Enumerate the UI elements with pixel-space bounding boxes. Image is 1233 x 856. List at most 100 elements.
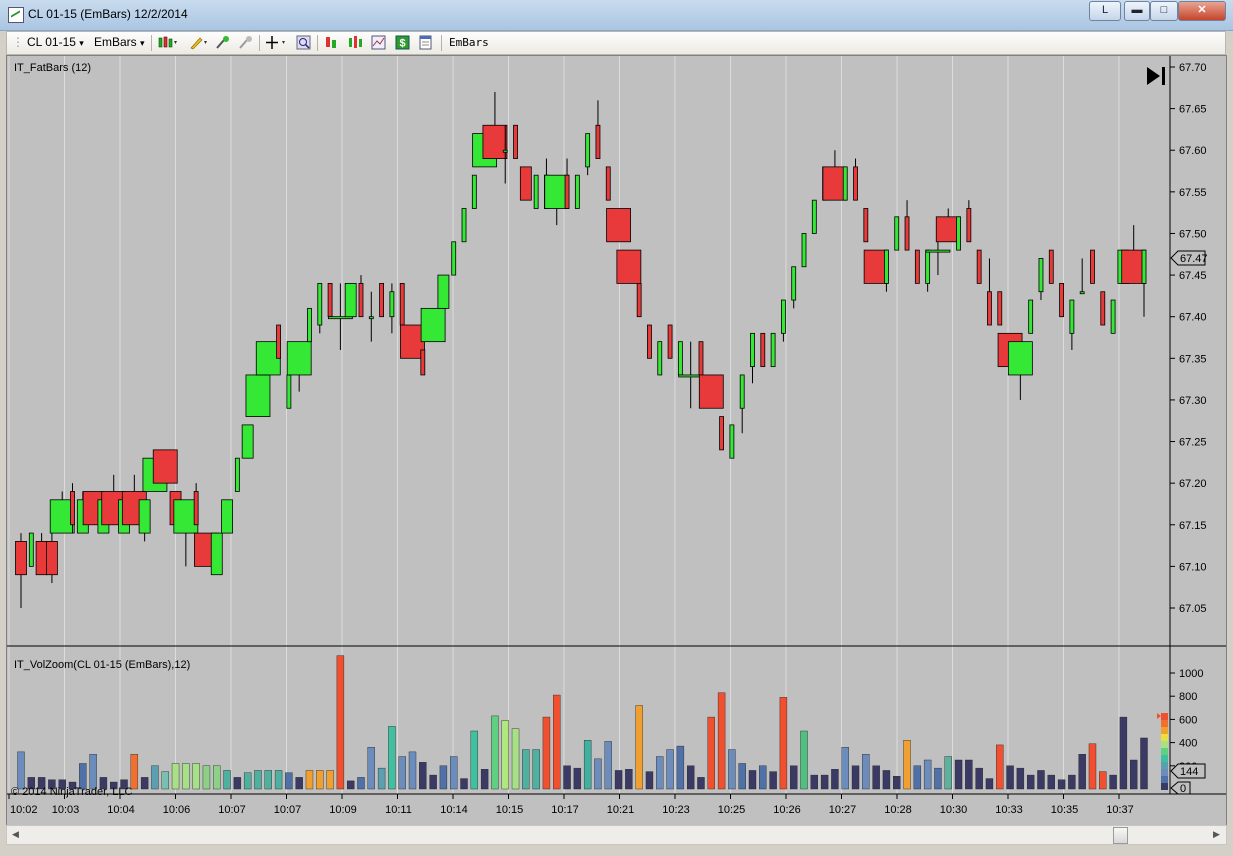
- volume-bar: [913, 765, 922, 790]
- add-indicator-icon[interactable]: [215, 35, 230, 50]
- price-axis: 67.70 67.65 67.60 67.55 67.50 67.45 67.40 67.35…: [1170, 62, 1207, 615]
- time-tick-label: 10:07: [218, 804, 246, 816]
- price-tick-label: 67.55: [1179, 187, 1207, 199]
- price-tick-label: 67.20: [1179, 478, 1207, 490]
- candle: [914, 249, 920, 284]
- candle: [138, 499, 151, 542]
- volume-bar: [1016, 767, 1025, 790]
- zoom-icon[interactable]: [296, 35, 311, 50]
- volume-bar: [1026, 774, 1035, 790]
- candle-body: [1141, 249, 1147, 284]
- candle-body: [1079, 291, 1085, 295]
- candle-body: [904, 216, 910, 251]
- candle-body: [1007, 341, 1033, 376]
- candle: [698, 374, 724, 409]
- maximize-button[interactable]: □: [1150, 1, 1178, 21]
- volume-bar: [1119, 716, 1128, 790]
- candle-body: [853, 166, 858, 201]
- pencil-icon[interactable]: [188, 35, 210, 50]
- scroll-left-arrow-icon[interactable]: ◀: [8, 827, 23, 842]
- chart-trader-icon[interactable]: [371, 35, 386, 50]
- volume-bar: [408, 751, 417, 790]
- close-button[interactable]: ✕: [1178, 1, 1226, 21]
- volume-bar: [1068, 774, 1076, 790]
- color-scale-swatch: [1161, 755, 1168, 762]
- scroll-right-arrow-icon[interactable]: ▶: [1209, 827, 1224, 842]
- candle: [781, 299, 786, 342]
- candle: [286, 374, 292, 409]
- time-tick-label: 10:04: [107, 804, 135, 816]
- chart-canvas[interactable]: 67.70 67.65 67.60 67.55 67.50 67.45 67.40 67.35…: [7, 56, 1226, 825]
- candle-body: [389, 291, 395, 318]
- candle-body: [1069, 299, 1075, 334]
- candle-body: [307, 307, 312, 343]
- candle-body: [811, 199, 817, 234]
- candle-body: [698, 341, 704, 376]
- candle: [241, 424, 254, 459]
- candle-body: [698, 374, 724, 409]
- candle-body: [437, 274, 450, 309]
- bar-type-label-right: EmBars: [449, 36, 489, 49]
- scrollbar-thumb[interactable]: [1113, 827, 1128, 844]
- dollar-icon[interactable]: $: [395, 35, 410, 50]
- candle: [842, 166, 848, 201]
- volume-bar: [882, 770, 891, 790]
- candle-body: [451, 241, 457, 276]
- instrument-selector[interactable]: CL 01-15 ▾: [27, 34, 84, 51]
- candle: [1038, 258, 1044, 301]
- candle: [1110, 299, 1116, 334]
- price-tick-label: 67.50: [1179, 228, 1207, 240]
- candle-body: [420, 349, 426, 376]
- volume-bar: [480, 769, 489, 790]
- candle: [760, 332, 766, 368]
- candle-body: [35, 541, 48, 576]
- volume-bar: [697, 777, 705, 790]
- candle: [1090, 249, 1095, 284]
- indicators-icon[interactable]: [348, 35, 363, 50]
- chart-panel[interactable]: 67.70 67.65 67.60 67.55 67.50 67.45 67.40 67.35…: [6, 55, 1227, 826]
- minimize-button[interactable]: ▬: [1124, 1, 1150, 21]
- bar-type-selector[interactable]: EmBars ▾: [94, 34, 145, 51]
- volume-bar: [305, 770, 314, 790]
- candle: [925, 249, 931, 292]
- volume-bar: [645, 771, 654, 790]
- horizontal-scrollbar[interactable]: ◀ ▶: [6, 825, 1227, 845]
- candle-body: [379, 282, 384, 318]
- price-tick-label: 67.10: [1179, 561, 1207, 573]
- volume-bar: [17, 751, 25, 790]
- volume-bar: [656, 756, 664, 790]
- candle: [15, 533, 27, 608]
- volume-bar: [707, 716, 715, 790]
- properties-icon[interactable]: [418, 35, 433, 50]
- candle-body: [317, 282, 323, 326]
- volume-bar: [161, 771, 169, 790]
- strategy-icon[interactable]: [324, 35, 339, 50]
- price-bars: [15, 91, 1147, 608]
- candle: [379, 282, 384, 318]
- volume-bar: [790, 765, 798, 790]
- time-tick-label: 10:15: [496, 804, 524, 816]
- volume-bar: [583, 740, 592, 790]
- candle-body: [1048, 249, 1054, 284]
- candle-body: [719, 416, 724, 451]
- color-scale-swatch: [1161, 741, 1168, 748]
- bar-style-icon[interactable]: [157, 35, 179, 50]
- bar-type-label: EmBars: [94, 35, 137, 49]
- volume-color-scale: [1157, 713, 1168, 790]
- time-tick-label: 10:14: [440, 804, 468, 816]
- price-tick-label: 67.15: [1179, 520, 1207, 532]
- layout-button[interactable]: L: [1089, 1, 1121, 21]
- volume-bar: [759, 765, 767, 790]
- scroll-to-end-icon[interactable]: [1147, 67, 1165, 85]
- volume-bar: [965, 759, 973, 790]
- volume-bar: [666, 749, 674, 790]
- volume-bar: [985, 778, 994, 790]
- candle-body: [1090, 249, 1095, 284]
- remove-indicator-icon[interactable]: [238, 35, 253, 50]
- candle-body: [606, 208, 631, 243]
- crosshair-icon[interactable]: [265, 35, 289, 50]
- candle-body: [729, 424, 735, 459]
- candle-body: [15, 541, 27, 576]
- time-tick-label: 10:26: [773, 804, 801, 816]
- volume-bar: [1037, 770, 1045, 790]
